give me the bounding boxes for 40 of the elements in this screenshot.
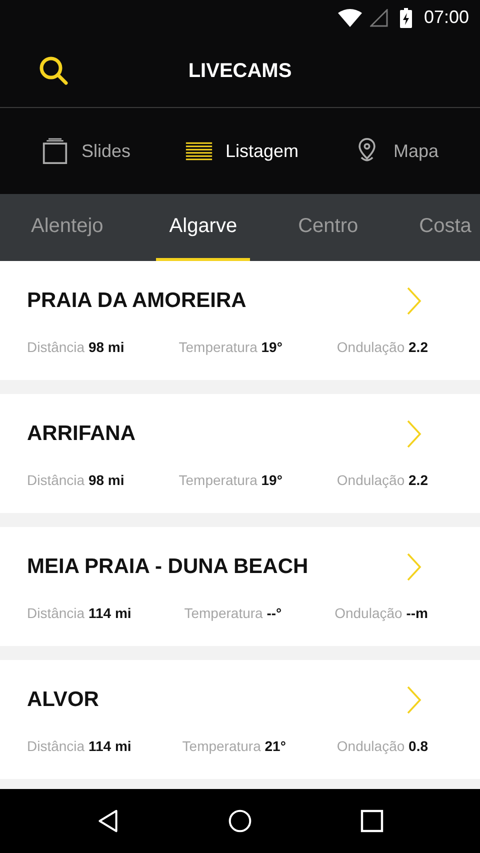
cam-stat: Ondulação --m [334, 604, 428, 620]
cam-card[interactable]: MEIA PRAIA - DUNA BEACH Distância 114 mi Temperatura --° Ondulação --m [0, 527, 480, 646]
battery-icon [400, 8, 412, 28]
status-time: 07:00 [424, 7, 469, 28]
cam-stat: Ondulação 2.2 [336, 338, 428, 354]
wifi-icon [338, 8, 362, 26]
chevron-icon [406, 686, 422, 714]
cam-stat: Temperatura 21° [182, 738, 286, 754]
cam-name: PRAIA DA AMOREIRA [27, 288, 246, 312]
cam-card[interactable]: ALVOR Distância 114 mi Temperatura 21° Ondulação 0.8 [0, 660, 480, 779]
cam-card[interactable]: ARRIFANA Distância 98 mi Temperatura 19° Ondulação 2.2 [0, 394, 480, 513]
chevron-icon [406, 286, 422, 314]
region-tab[interactable]: Centro [285, 194, 372, 261]
home-icon[interactable] [228, 809, 252, 833]
chevron-icon [406, 552, 422, 580]
view-mode-tab[interactable]: Listagem [181, 134, 302, 168]
cam-name: ARRIFANA [27, 422, 136, 446]
cam-stat: Distância 114 mi [27, 738, 132, 754]
search-icon[interactable] [39, 56, 69, 86]
cam-name: MEIA PRAIA - DUNA BEACH [27, 554, 308, 578]
region-tab[interactable]: Alentejo [18, 194, 116, 261]
view-mode-tab[interactable]: Mapa [349, 134, 442, 168]
cam-stat: Distância 98 mi [27, 338, 124, 354]
cam-name: ALVOR [27, 688, 99, 712]
cam-stat: Distância 98 mi [27, 472, 124, 488]
back-icon[interactable] [96, 809, 120, 833]
cam-stat: Ondulação 2.2 [336, 472, 428, 488]
stack-icon [41, 138, 70, 164]
cam-card[interactable]: PRAIA DA AMOREIRA Distância 98 mi Temperatura 19° Ondulação 2.2 [0, 261, 480, 380]
cam-stat: Temperatura --° [184, 604, 282, 620]
cam-stat: Temperatura 19° [178, 338, 282, 354]
region-tab[interactable]: Costa [406, 194, 480, 261]
cam-stat: Ondulação 0.8 [336, 738, 428, 754]
recents-icon[interactable] [360, 809, 384, 833]
view-mode-tab[interactable]: Slides [37, 134, 134, 168]
app-title: LIVECAMS [188, 60, 292, 82]
signal-icon [370, 8, 388, 26]
cam-stat: Distância 114 mi [27, 604, 132, 620]
cam-stat: Temperatura 19° [178, 472, 282, 488]
chevron-icon [406, 420, 422, 448]
